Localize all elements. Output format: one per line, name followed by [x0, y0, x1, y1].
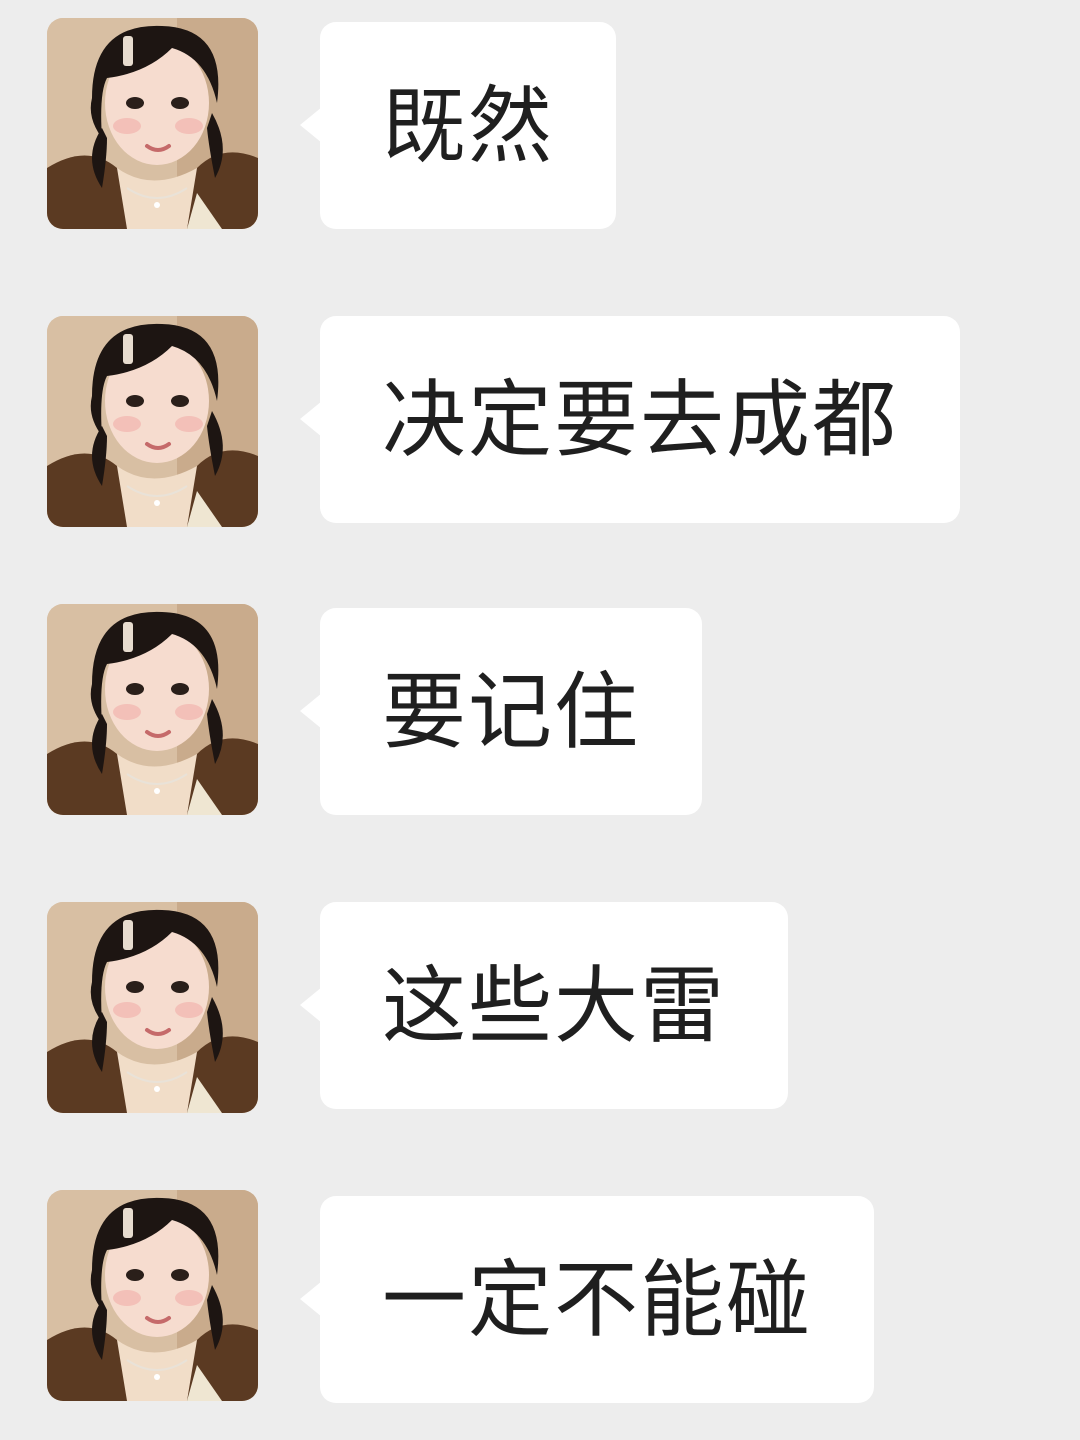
avatar-photo-icon — [47, 902, 258, 1113]
message-bubble[interactable]: 要记住 — [300, 608, 703, 815]
message-text: 决定要去成都 — [382, 370, 899, 469]
avatar[interactable] — [47, 1190, 258, 1401]
message-text: 一定不能碰 — [382, 1250, 813, 1349]
bubble-tail — [300, 401, 322, 437]
avatar-photo-icon — [47, 1190, 258, 1401]
avatar-photo-icon — [47, 18, 258, 229]
avatar-photo-icon — [47, 316, 258, 527]
message-text: 这些大雷 — [382, 956, 727, 1055]
message-text: 要记住 — [382, 662, 641, 761]
bubble-tail — [300, 693, 322, 729]
bubble-tail — [300, 1281, 322, 1317]
avatar[interactable] — [47, 604, 258, 815]
message-bubble[interactable]: 一定不能碰 — [300, 1196, 875, 1403]
message-bubble[interactable]: 既然 — [300, 22, 617, 229]
message-bubble[interactable]: 决定要去成都 — [300, 316, 961, 523]
message-text: 既然 — [382, 76, 555, 175]
avatar[interactable] — [47, 18, 258, 229]
bubble-tail — [300, 987, 322, 1023]
avatar[interactable] — [47, 316, 258, 527]
avatar[interactable] — [47, 902, 258, 1113]
bubble-tail — [300, 107, 322, 143]
message-bubble[interactable]: 这些大雷 — [300, 902, 789, 1109]
avatar-photo-icon — [47, 604, 258, 815]
chat-message-list: 既然 决定要去成都 要记住 这些大雷 一定不能碰 — [0, 0, 1080, 1440]
